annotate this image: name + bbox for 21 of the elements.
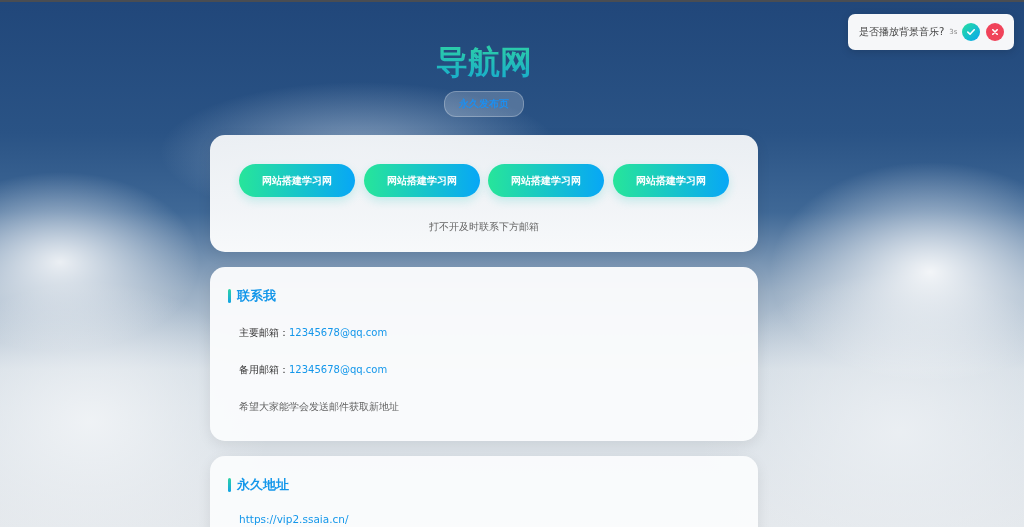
heading-accent-bar — [228, 477, 231, 492]
permanent-url-link[interactable]: https://vip2.ssaia.cn/ — [239, 512, 349, 525]
publish-page-link[interactable]: 永久发布页 — [444, 91, 524, 117]
email-link[interactable]: 12345678@qq.com — [289, 364, 388, 375]
site-link-button[interactable]: 网站搭建学习网 — [488, 164, 605, 197]
site-link-button[interactable]: 网站搭建学习网 — [363, 164, 480, 197]
email-label: 备用邮箱： — [239, 362, 289, 377]
email-link[interactable]: 12345678@qq.com — [289, 327, 388, 338]
music-question: 是否播放背景音乐? — [859, 25, 945, 39]
site-link-button[interactable]: 网站搭建学习网 — [612, 164, 729, 197]
section-heading: 永久地址 — [237, 476, 289, 493]
close-icon — [992, 29, 998, 35]
check-icon — [967, 29, 975, 35]
heading-accent-bar — [228, 288, 231, 303]
site-link-button[interactable]: 网站搭建学习网 — [239, 164, 356, 197]
confirm-button[interactable] — [962, 23, 980, 41]
contact-hint: 希望大家能学会发送邮件获取新地址 — [239, 399, 399, 414]
email-label: 主要邮箱： — [239, 325, 289, 340]
contact-note: 打不开及时联系下方邮箱 — [428, 220, 540, 234]
close-button[interactable] — [986, 23, 1004, 41]
section-heading: 联系我 — [237, 287, 276, 304]
